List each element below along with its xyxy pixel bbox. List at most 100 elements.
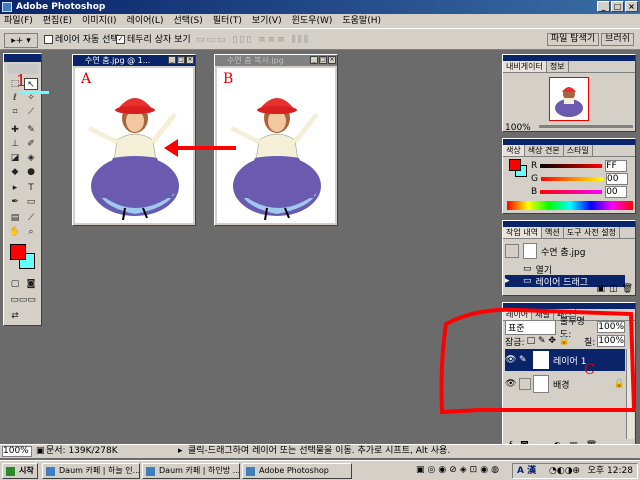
history-brush-icon[interactable]: ✐ [24,138,38,150]
auto-select-checkbox[interactable]: 레이어 자동 선택 [44,33,119,47]
tab-actions[interactable]: 액션 [542,227,564,238]
trash-icon[interactable]: 🗑 [622,284,633,294]
ime-indicator[interactable]: A 漢 [517,464,536,478]
blue-slider[interactable] [540,189,603,194]
bounding-box-label: 테두리 상자 보기 [127,35,191,45]
navigator-zoom-field[interactable]: 100% [505,123,531,133]
hand-tool-icon[interactable]: ✋ [8,226,22,238]
tab-styles[interactable]: 스타일 [564,145,593,156]
status-bar: 100% ▣ 문서: 139K/278K ▸ 클릭-드래그하여 레이어 또는 선… [0,444,640,458]
start-button[interactable]: 시작 [2,463,38,479]
tray-icons[interactable]: ◔◐◑⊕ [549,464,580,478]
doc-minimize-button[interactable]: _ [168,56,176,64]
tab-info[interactable]: 정보 [547,61,569,72]
type-tool-icon[interactable]: T [24,182,38,194]
move-tool-preset-icon[interactable]: ▸+ ▾ [4,33,38,48]
navigator-tabs: 내비게이터 정보 [503,61,635,73]
crop-tool-icon[interactable]: ⌗ [8,106,22,118]
maximize-button[interactable]: □ [611,1,624,12]
blue-channel-label: B [531,186,538,197]
blue-value-field[interactable]: 00 [605,185,628,198]
tab-navigator[interactable]: 내비게이터 [503,61,547,72]
minimize-button[interactable]: _ [597,1,610,12]
brush-tool-icon[interactable]: ✎ [24,124,38,136]
close-button[interactable]: × [625,1,638,12]
status-doc-size[interactable]: 문서: 139K/278K [46,445,118,458]
new-document-from-state-icon[interactable]: ▣ [597,284,606,294]
annotation-label-b: B [223,71,234,87]
eraser-tool-icon[interactable]: ◪ [8,152,22,164]
navigator-thumbnail[interactable] [549,77,589,121]
file-browser-tab[interactable]: 파일 탐색기 [546,33,600,46]
notes-tool-icon[interactable]: ▤ [8,212,22,224]
doc-close-button[interactable]: × [328,56,336,64]
slice-tool-icon[interactable]: ⟋ [24,106,38,118]
tray-clock: 오후 12:28 [587,466,633,476]
tab-swatches[interactable]: 색상 견본 [525,145,564,156]
healing-brush-icon[interactable]: ✚ [8,124,22,136]
document-b-titlebar[interactable]: 수연 춤 복사.jpg _ □ × [215,55,337,66]
standard-mode-icon[interactable]: ▢ [8,278,22,290]
new-snapshot-icon[interactable]: ◫ [609,284,618,294]
status-zoom-field[interactable]: 100% [2,446,32,457]
menu-file[interactable]: 파일(F) [4,14,33,28]
navigator-zoom-slider[interactable] [539,125,633,128]
color-panel-foreground[interactable] [509,159,521,171]
brushes-tab[interactable]: 브러쉬 [601,33,634,46]
history-panel: 작업 내역 액션 도구 사전 설정 수연 춤.jpg ▭ 열기 ▸ ▭ 레이어 … [502,220,636,296]
doc-minimize-button[interactable]: _ [310,56,318,64]
tab-tool-presets[interactable]: 도구 사전 설정 [564,227,620,238]
eyedropper-icon[interactable]: ⟋ [24,212,38,224]
tab-history[interactable]: 작업 내역 [503,227,542,238]
taskbar-button-daum-1[interactable]: Daum 카페 | 하늘 인... [42,463,140,479]
paint-bucket-icon[interactable]: ◈ [24,152,38,164]
menu-help[interactable]: 도움말(H) [342,14,381,28]
history-footer-buttons: ▣ ◫ 🗑 [597,284,633,294]
menu-select[interactable]: 선택(S) [173,14,202,28]
red-slider[interactable] [540,163,603,168]
taskbar-label-daum-1: Daum 카페 | 하늘 인... [59,466,140,475]
menu-window[interactable]: 윈도우(W) [292,14,333,28]
palette-well: 파일 탐색기 브러쉬 [546,33,634,46]
bounding-box-checkbox[interactable]: ✓ 테두리 상자 보기 [116,33,191,47]
foreground-color-swatch[interactable] [10,244,26,260]
pen-tool-icon[interactable]: ✒ [8,196,22,208]
screen-mode-icons[interactable]: ▭▭▭ [5,294,41,306]
shape-tool-icon[interactable]: ▭ [24,196,38,208]
dodge-tool-icon[interactable]: ● [24,166,38,178]
clone-stamp-icon[interactable]: ⊥ [8,138,22,150]
tab-color[interactable]: 색상 [503,145,525,156]
jump-to-imageready-icon[interactable]: ⇄ [8,310,22,322]
red-value-field[interactable]: FF [605,159,628,172]
quickmask-mode-icon[interactable]: ◙ [24,278,38,290]
system-tray: A 漢 ◔◐◑⊕ 오후 12:28 [512,463,638,479]
status-arrow-icon: ▸ [178,446,183,456]
doc-close-button[interactable]: × [186,56,194,64]
align-buttons[interactable]: ▭▭▭ ▯▯▯ ≡≡≡ ⫼⫼⫼ [196,33,310,47]
taskbar: 시작 Daum 카페 | 하늘 인... Daum 카페 | 하인방 ... A… [0,460,640,480]
taskbar-button-photoshop[interactable]: Adobe Photoshop [242,463,352,479]
green-value-field[interactable]: 00 [605,172,628,185]
document-b-title: 수연 춤 복사.jpg [227,56,284,65]
green-slider[interactable] [540,176,603,181]
path-select-icon[interactable]: ▸ [8,182,22,194]
doc-maximize-button[interactable]: □ [319,56,327,64]
color-ramp[interactable] [507,201,633,210]
history-snapshot[interactable]: 수연 춤.jpg [505,241,625,261]
document-a-titlebar[interactable]: 수연 춤.jpg @ 1... _ □ × [73,55,195,66]
quick-launch-icons[interactable]: ▣◎◉⊘◈⊡◉◍ [416,465,502,475]
history-item-open[interactable]: ▭ 열기 [505,263,625,276]
doc-maximize-button[interactable]: □ [177,56,185,64]
history-state-icon: ▭ [523,276,532,286]
menu-edit[interactable]: 편집(E) [43,14,72,28]
menu-layer[interactable]: 레이어(L) [127,14,164,28]
taskbar-label-photoshop: Adobe Photoshop [259,466,329,475]
menu-filter[interactable]: 필터(T) [213,14,242,28]
blur-tool-icon[interactable]: ◆ [8,166,22,178]
taskbar-button-daum-2[interactable]: Daum 카페 | 하인방 ... [142,463,240,479]
snapshot-image-icon [523,243,537,259]
zoom-tool-icon[interactable]: ⌕ [24,226,38,238]
menu-view[interactable]: 보기(V) [252,14,282,28]
menu-image[interactable]: 이미지(I) [82,14,117,28]
window-controls: _ □ × [597,1,638,12]
